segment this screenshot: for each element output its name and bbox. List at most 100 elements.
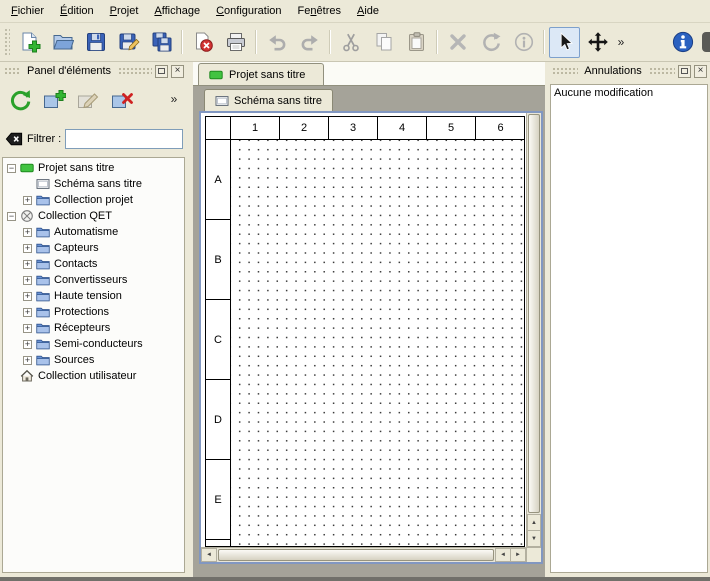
- expand-icon[interactable]: +: [23, 356, 32, 365]
- visualisation-mode-button[interactable]: [582, 27, 613, 58]
- tree-item-schema-sans-titre[interactable]: Schéma sans titre: [3, 176, 184, 192]
- delete-button[interactable]: [442, 27, 473, 58]
- expand-icon[interactable]: +: [23, 340, 32, 349]
- scroll-right-button[interactable]: ►: [510, 548, 526, 562]
- expand-icon[interactable]: +: [23, 324, 32, 333]
- panel-toolbar-overflow-button[interactable]: »: [167, 92, 181, 106]
- tree-item-label: Automatisme: [54, 226, 118, 238]
- close-undo-panel-button[interactable]: ×: [694, 65, 707, 78]
- elements-panel: Panel d'éléments × » Filtrer : −Projet s…: [0, 62, 187, 577]
- scroll-up-button[interactable]: ▲: [527, 514, 541, 531]
- edit-element-button[interactable]: [73, 84, 103, 114]
- elements-panel-title-bar: Panel d'éléments ×: [0, 62, 187, 80]
- dock-grip[interactable]: [3, 66, 21, 76]
- clear-filter-button[interactable]: [5, 129, 23, 149]
- toolbar-overflow-button[interactable]: »: [614, 35, 628, 49]
- menu-edition[interactable]: Édition: [52, 1, 102, 21]
- expand-icon[interactable]: +: [23, 260, 32, 269]
- diagram-canvas[interactable]: 123456 ABCDE: [201, 113, 526, 547]
- expand-icon[interactable]: +: [23, 196, 32, 205]
- tree-item-label: Schéma sans titre: [54, 178, 142, 190]
- scroll-left-button[interactable]: ◄: [201, 548, 217, 562]
- collapse-icon[interactable]: −: [7, 212, 16, 221]
- expand-icon[interactable]: +: [23, 228, 32, 237]
- select-mode-button[interactable]: [549, 27, 580, 58]
- tree-item-sources[interactable]: +Sources: [3, 352, 184, 368]
- toolbar-separator: [433, 30, 441, 54]
- collapse-icon[interactable]: −: [7, 164, 16, 173]
- save-as-button[interactable]: [113, 27, 144, 58]
- toolbar-drag-handle[interactable]: [4, 28, 10, 56]
- menu-fenetres[interactable]: Fenêtres: [290, 1, 349, 21]
- cut-button[interactable]: [335, 27, 366, 58]
- dock-grip[interactable]: [117, 66, 152, 76]
- open-project-button[interactable]: [47, 27, 78, 58]
- tree-item-label: Collection utilisateur: [38, 370, 136, 382]
- folder-icon: [36, 321, 50, 335]
- undo-list[interactable]: Aucune modification: [550, 84, 708, 573]
- expand-icon[interactable]: +: [23, 276, 32, 285]
- delete-element-button[interactable]: [107, 84, 137, 114]
- tree-item-label: Semi-conducteurs: [54, 338, 143, 350]
- reload-collections-button[interactable]: [5, 84, 35, 114]
- scroll-left-button-2[interactable]: ◄: [495, 548, 511, 562]
- vertical-scrollbar[interactable]: ▲ ▼: [526, 113, 541, 547]
- close-elements-panel-button[interactable]: ×: [171, 65, 184, 78]
- tree-item-automatisme[interactable]: + Automatisme: [3, 224, 184, 240]
- folder-icon: [36, 273, 50, 287]
- tree-item-contacts[interactable]: +Contacts: [3, 256, 184, 272]
- paste-button[interactable]: [401, 27, 432, 58]
- scroll-down-button[interactable]: ▼: [527, 530, 541, 547]
- new-element-button[interactable]: [39, 84, 69, 114]
- new-project-button[interactable]: [14, 27, 45, 58]
- dock-grip[interactable]: [648, 66, 675, 76]
- expand-icon[interactable]: +: [23, 292, 32, 301]
- expand-icon[interactable]: +: [23, 244, 32, 253]
- horizontal-scrollbar[interactable]: ◄ ◄ ►: [201, 547, 526, 562]
- tree-item-protections[interactable]: +Protections: [3, 304, 184, 320]
- rotate-button[interactable]: [475, 27, 506, 58]
- float-icon: [158, 68, 165, 74]
- row-header-A: A: [206, 140, 230, 220]
- close-file-button[interactable]: [187, 27, 218, 58]
- tree-item-collection-qet[interactable]: −Collection QET: [3, 208, 184, 224]
- about-qelectrotech-button[interactable]: [667, 27, 698, 58]
- dock-grip[interactable]: [551, 66, 578, 76]
- print-button[interactable]: [220, 27, 251, 58]
- scrollbar-corner: [526, 547, 541, 562]
- expand-icon[interactable]: +: [23, 308, 32, 317]
- menu-aide[interactable]: Aide: [349, 1, 387, 21]
- tree-item-projet-sans-titre[interactable]: −Projet sans titre: [3, 160, 184, 176]
- menu-bar: FichierÉditionProjetAffichageConfigurati…: [0, 0, 710, 23]
- horizontal-scrollbar-thumb[interactable]: [218, 549, 494, 561]
- menu-configuration[interactable]: Configuration: [208, 1, 289, 21]
- save-all-button[interactable]: [146, 27, 177, 58]
- copy-button[interactable]: [368, 27, 399, 58]
- clipped-toolbar-button[interactable]: [700, 27, 710, 58]
- filter-input[interactable]: [65, 129, 183, 149]
- tree-item-haute-tension[interactable]: +Haute tension: [3, 288, 184, 304]
- tree-item-recepteurs[interactable]: +Récepteurs: [3, 320, 184, 336]
- tree-item-collection-projet[interactable]: +Collection projet: [3, 192, 184, 208]
- folder-icon: [36, 337, 50, 351]
- project-tab-bar: Projet sans titre: [193, 62, 545, 86]
- undo-button[interactable]: [261, 27, 292, 58]
- project-window: Schéma sans titre 123456 ABCDE: [199, 88, 543, 564]
- vertical-scrollbar-thumb[interactable]: [528, 114, 540, 513]
- menu-affichage[interactable]: Affichage: [146, 1, 208, 21]
- tree-item-capteurs[interactable]: +Capteurs: [3, 240, 184, 256]
- menu-projet[interactable]: Projet: [102, 1, 147, 21]
- menu-fichier[interactable]: Fichier: [3, 1, 52, 21]
- tree-item-semi-conducteurs[interactable]: + Semi-conducteurs: [3, 336, 184, 352]
- redo-button[interactable]: [294, 27, 325, 58]
- element-info-button[interactable]: [508, 27, 539, 58]
- tree-item-convertisseurs[interactable]: +Convertisseurs: [3, 272, 184, 288]
- project-tab[interactable]: Projet sans titre: [198, 63, 324, 86]
- tree-item-collection-utilisateur[interactable]: Collection utilisateur: [3, 368, 184, 384]
- float-undo-panel-button[interactable]: [678, 65, 691, 78]
- row-header-B: B: [206, 220, 230, 300]
- save-button[interactable]: [80, 27, 111, 58]
- diagram-tab[interactable]: Schéma sans titre: [204, 89, 333, 111]
- float-elements-panel-button[interactable]: [155, 65, 168, 78]
- elements-panel-title: Panel d'éléments: [24, 65, 114, 77]
